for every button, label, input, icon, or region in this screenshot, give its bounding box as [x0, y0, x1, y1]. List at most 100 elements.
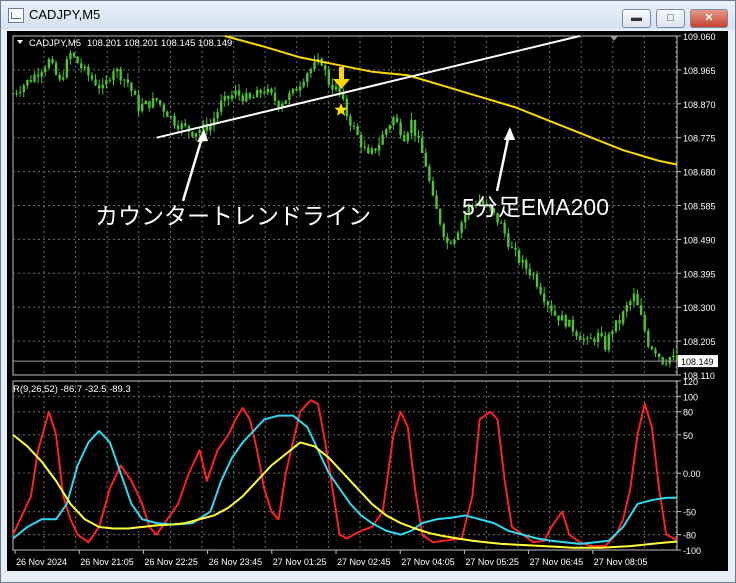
oscillator-line-cyan [12, 414, 677, 545]
price-bar-body [611, 331, 614, 335]
price-axis-label: 108.490 [683, 235, 716, 245]
price-bar-body [560, 315, 564, 321]
minimize-button[interactable]: ▬ [622, 9, 651, 28]
price-bar-body [510, 246, 514, 248]
price-bar-body [643, 314, 646, 331]
price-bar-body [521, 260, 524, 263]
price-bar-body [503, 222, 506, 234]
chart-window-icon [8, 8, 24, 23]
main-chart-symbol-label: CADJPY,M5 [29, 38, 81, 49]
price-bar-body [431, 180, 435, 196]
price-bar-body [83, 66, 86, 69]
price-bar-body [514, 247, 517, 250]
chart-shift-marker [610, 36, 618, 41]
price-bar-body [119, 69, 122, 81]
price-bar-body [639, 305, 643, 315]
price-bar-body [40, 72, 43, 77]
price-bar-body [672, 355, 675, 358]
chart-area[interactable]: 109.060 108.965 108.870 108.775 108.680 108.5… [7, 31, 728, 571]
current-price-label: 108.149 [681, 357, 714, 367]
price-axis-label: 108.680 [683, 168, 716, 178]
close-button[interactable]: ✕ [690, 9, 728, 28]
price-bar-body [76, 56, 79, 64]
price-bar-body [173, 116, 176, 126]
price-bar-body [90, 75, 94, 80]
price-bar-body [148, 100, 151, 108]
price-bar-body [381, 134, 384, 145]
osc-axis-label: 120 [683, 377, 698, 387]
price-bar-body [263, 92, 266, 94]
price-bar-body [388, 125, 392, 130]
price-bar-body [33, 74, 36, 82]
price-axis-label: 108.965 [683, 66, 716, 76]
price-bar-body [446, 237, 449, 243]
price-bar-body [216, 111, 219, 119]
price-bar-body [158, 100, 162, 105]
price-bar-body [399, 122, 402, 136]
title-bar[interactable]: CADJPY,M5 ▬ □ ✕ [1, 1, 735, 29]
price-bar-body [79, 63, 83, 69]
price-bar-body [578, 336, 582, 341]
osc-axis-label: -100 [683, 546, 701, 556]
counter-trendline [156, 35, 581, 139]
price-bar-body [345, 98, 348, 117]
price-bar-body [288, 93, 291, 101]
price-bar-body [101, 84, 104, 89]
price-bar-body [410, 119, 413, 134]
price-bar-body [180, 123, 183, 130]
price-bar-body [352, 125, 356, 127]
price-bar-body [252, 97, 255, 99]
price-bar-body [223, 95, 226, 101]
price-bar-body [47, 59, 51, 68]
price-bar-body [273, 93, 277, 102]
price-bar-body [141, 104, 144, 112]
price-bar-body [525, 260, 528, 269]
time-axis-label: 27 Nov 04:05 [401, 557, 455, 567]
price-bar-body [248, 93, 252, 99]
price-bar-body [209, 125, 212, 131]
price-bar-body [62, 77, 65, 80]
price-axis-label: 108.585 [683, 202, 716, 212]
maximize-button[interactable]: □ [656, 9, 685, 28]
price-bar-body [438, 208, 442, 225]
price-bar-body [406, 133, 410, 142]
price-bar-body [442, 224, 445, 238]
oscillator-line-red [12, 399, 678, 548]
time-axis-label: 27 Nov 05:25 [465, 557, 519, 567]
price-bar-body [621, 311, 625, 324]
osc-axis-label: 100 [683, 392, 698, 402]
price-bar-body [198, 130, 201, 134]
price-bar-body [184, 123, 187, 126]
price-bar-body [169, 116, 173, 118]
price-bar-body [535, 274, 539, 287]
price-bar-body [327, 69, 331, 85]
price-bar-body [194, 133, 198, 137]
price-bar-body [593, 338, 596, 343]
price-bar-body [29, 79, 33, 82]
time-axis-label: 26 Nov 23:45 [209, 557, 263, 567]
price-bar-body [675, 355, 679, 362]
price-bar-body [313, 62, 316, 70]
price-bar-body [291, 88, 295, 94]
price-bar-body [604, 336, 607, 350]
price-bar-body [112, 71, 115, 81]
price-bar-body [424, 153, 427, 167]
price-bar-body [295, 88, 298, 91]
price-bar-body [370, 148, 374, 154]
price-bar-body [413, 119, 417, 136]
price-bar-body [22, 85, 25, 92]
price-bar-body [367, 147, 370, 154]
price-bar-body [54, 62, 58, 75]
price-bar-body [11, 93, 15, 95]
price-bar-body [374, 148, 377, 151]
price-bar-body [629, 301, 632, 306]
price-bar-body [334, 86, 338, 90]
window-title: CADJPY,M5 [29, 7, 101, 22]
price-axis-label: 108.775 [683, 134, 716, 144]
price-bar-body [528, 268, 532, 276]
price-bar-body [359, 134, 363, 147]
price-bar-body [191, 131, 194, 137]
price-bar-body [51, 59, 54, 63]
price-bar-body [385, 129, 388, 135]
price-bar-body [126, 79, 130, 83]
